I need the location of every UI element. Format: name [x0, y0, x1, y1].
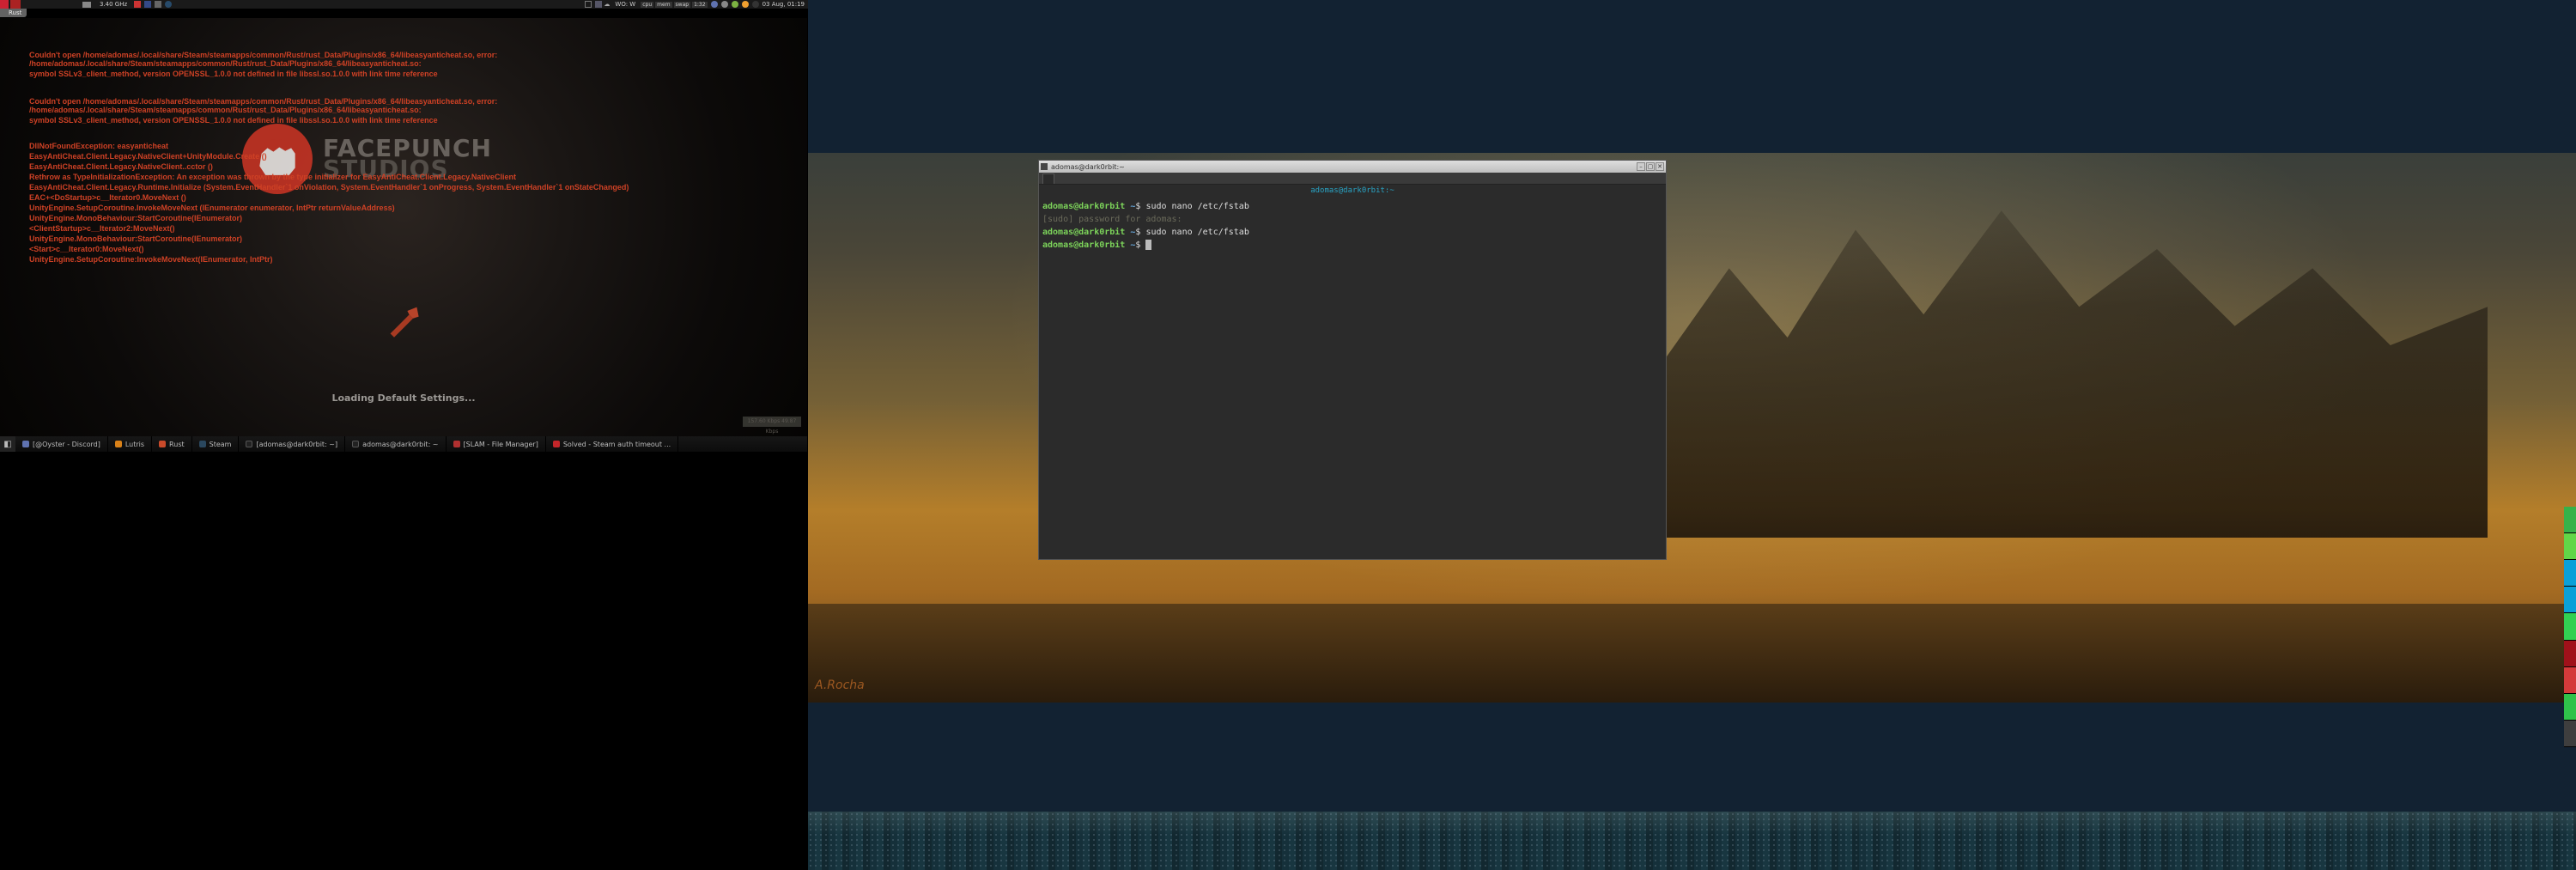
task-browser[interactable]: Solved - Steam auth timeout ...	[546, 436, 678, 452]
task-rust[interactable]: Rust	[152, 436, 192, 452]
monitor-2: A.Rocha adomas@dark0rbit:~ – ▢ ✕ adomas@…	[808, 0, 2576, 870]
tray-icon[interactable]	[595, 1, 602, 8]
task-terminal[interactable]: [adomas@dark0rbit: ~]	[239, 436, 345, 452]
wifi-icon[interactable]	[721, 1, 728, 8]
terminal-tabbar	[1039, 173, 1666, 185]
task-terminal[interactable]: adomas@dark0rbit: ~	[345, 436, 446, 452]
task-filemanager[interactable]: [SLAM - File Manager]	[447, 436, 546, 452]
keyboard-icon[interactable]	[82, 2, 91, 8]
error-log: Couldn't open /home/adomas/.local/share/…	[29, 51, 781, 265]
terminal-tab[interactable]	[1042, 173, 1054, 184]
discord-icon	[22, 441, 29, 447]
maximize-button[interactable]: ▢	[1646, 162, 1655, 171]
cursor-icon	[1145, 240, 1151, 250]
rust-icon	[159, 441, 166, 447]
discord-icon[interactable]	[711, 1, 718, 8]
tray-icon[interactable]	[134, 1, 141, 8]
terminal-icon	[246, 441, 252, 447]
cpu-freq-label: 3.40 GHz	[100, 1, 127, 8]
apps-menu-icon-2[interactable]	[10, 0, 21, 9]
steam-icon[interactable]	[165, 1, 172, 8]
artist-signature: A.Rocha	[815, 678, 865, 692]
terminal-center-title: adomas@dark0rbit:~	[1039, 185, 1666, 197]
task-steam[interactable]: Steam	[192, 436, 240, 452]
steam-icon	[199, 441, 206, 447]
window-title: adomas@dark0rbit:~	[1051, 163, 1125, 171]
loading-status: Loading Default Settings...	[0, 392, 807, 404]
monitor-1: 3.40 GHz ☁ WO: W cpumemswap1:32 03 Aug, …	[0, 0, 808, 870]
systray	[711, 1, 759, 8]
vivaldi-icon	[553, 441, 560, 447]
clock-label[interactable]: 03 Aug, 01:19	[762, 1, 805, 8]
steam-icon[interactable]	[752, 1, 759, 8]
axe-spinner-icon	[385, 301, 422, 339]
top-panel: 3.40 GHz ☁ WO: W cpumemswap1:32 03 Aug, …	[0, 0, 808, 9]
start-menu-icon[interactable]: ◧	[0, 436, 15, 452]
folder-icon	[453, 441, 460, 447]
terminal-icon	[1041, 163, 1048, 170]
minimize-button[interactable]: –	[1637, 162, 1645, 171]
bottom-taskbar-2[interactable]	[808, 812, 2576, 870]
task-discord[interactable]: [@Oyster - Discord]	[15, 436, 108, 452]
tray-icon[interactable]	[155, 1, 161, 8]
net-stats: 157.60 Kbps 49.87 Kbps	[743, 417, 801, 427]
status-icon[interactable]	[732, 1, 738, 8]
terminal-window[interactable]: adomas@dark0rbit:~ – ▢ ✕ adomas@dark0rbi…	[1038, 160, 1667, 560]
task-lutris[interactable]: Lutris	[108, 436, 152, 452]
tray-icon[interactable]	[144, 1, 151, 8]
close-button[interactable]: ✕	[1656, 162, 1664, 171]
side-gadget[interactable]	[2564, 507, 2576, 747]
status-icon[interactable]	[742, 1, 749, 8]
apps-menu-icon[interactable]	[0, 0, 9, 9]
sys-monitor[interactable]: cpumemswap1:32	[641, 2, 707, 8]
weather-label: WO: W	[615, 1, 635, 8]
terminal-icon	[352, 441, 359, 447]
tray-icon[interactable]	[585, 1, 592, 8]
terminal-titlebar[interactable]: adomas@dark0rbit:~ – ▢ ✕	[1039, 161, 1666, 173]
rust-game-window[interactable]: FACEPUNCH STUDIOS Couldn't open /home/ad…	[0, 18, 807, 436]
terminal-body[interactable]: adomas@dark0rbit:~ adomas@dark0rbit ~$ s…	[1039, 185, 1666, 559]
lutris-icon	[115, 441, 122, 447]
cloud-icon[interactable]: ☁	[604, 1, 610, 8]
bottom-taskbar: ◧ [@Oyster - Discord] Lutris Rust Steam …	[0, 436, 807, 452]
window-tab-rust[interactable]: Rust	[0, 9, 27, 17]
